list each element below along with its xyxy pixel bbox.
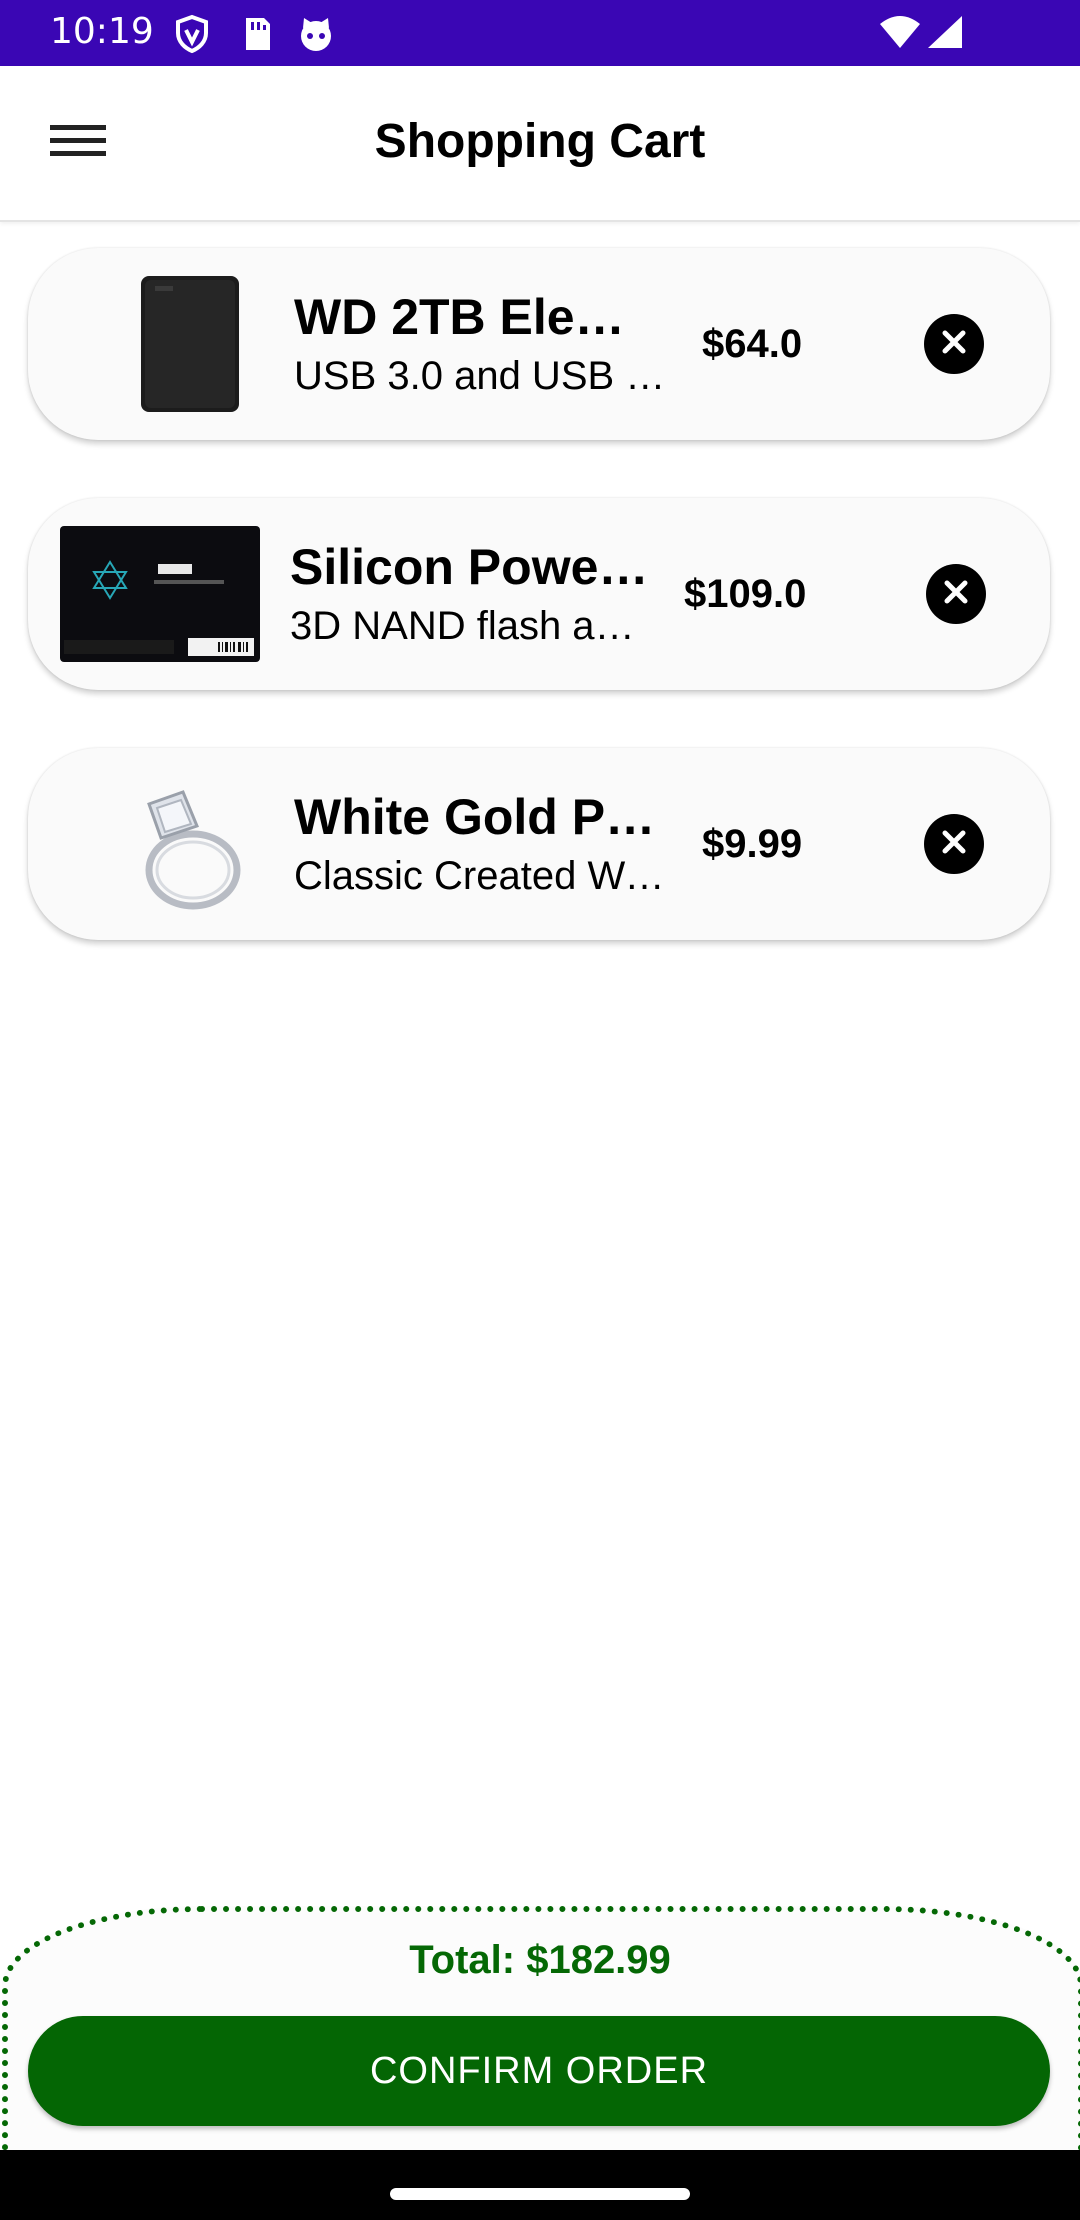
product-price: $109.0 [684,572,807,616]
remove-item-button[interactable] [924,314,984,374]
product-description: Classic Created Wedding Engagement [294,854,674,898]
product-image [58,510,262,678]
page-title: Shopping Cart [374,115,706,168]
remove-item-button[interactable] [924,814,984,874]
order-total: Total: $182.99 [409,1938,671,1982]
close-icon [940,328,968,361]
shield-icon [172,14,212,54]
product-description: 3D NAND flash are applied [290,604,640,648]
cart-item[interactable]: WD 2TB Elements Portable External Hard D… [28,248,1050,440]
app-bar: Shopping Cart [0,66,1080,222]
product-name: White Gold Plated Princess [294,789,664,845]
product-image [88,260,292,428]
cart-item[interactable]: White Gold Plated Princess Classic Creat… [28,748,1050,940]
close-icon [942,578,970,611]
remove-item-button[interactable] [926,564,986,624]
status-bar: 10:19 [0,0,1080,66]
product-name: Silicon Power 256GB SSD [290,539,660,595]
product-price: $9.99 [702,822,803,866]
sd-card-icon [236,14,276,54]
product-name: WD 2TB Elements Portable External Hard D… [294,289,664,345]
home-gesture-handle[interactable] [390,2188,690,2200]
product-description: USB 3.0 and USB 2.0 compatibility [294,354,674,398]
cat-face-icon [296,14,336,54]
status-time: 10:19 [50,11,154,52]
product-image [88,760,292,928]
signal-icon [924,14,964,54]
confirm-order-button[interactable]: CONFIRM ORDER [28,2016,1050,2126]
wifi-icon [878,14,922,54]
close-icon [940,828,968,861]
product-price: $64.0 [702,322,803,366]
system-nav-bar [0,2150,1080,2220]
cart-item[interactable]: Silicon Power 256GB SSD 3D NAND flash ar… [28,498,1050,690]
